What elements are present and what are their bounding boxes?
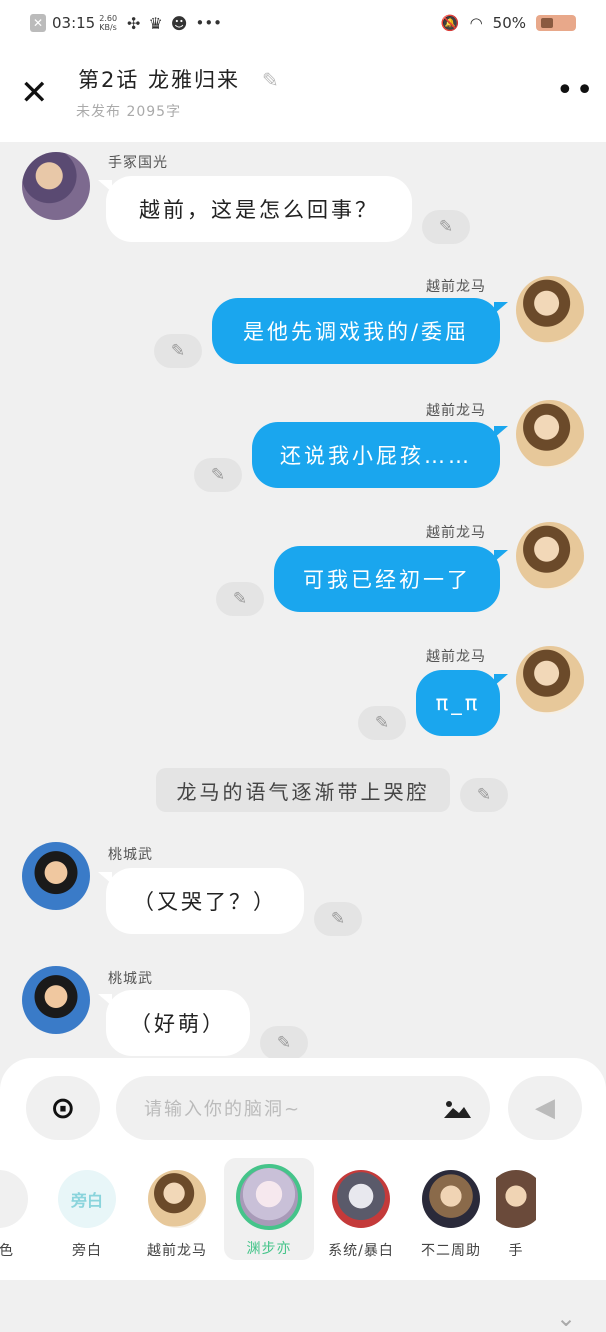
character-item[interactable]: 不二周助	[408, 1158, 494, 1260]
edit-message-icon[interactable]: ✎	[422, 210, 470, 244]
character-label: 角色	[0, 1243, 14, 1259]
battery-icon	[536, 15, 576, 31]
avatar	[236, 1164, 302, 1230]
notification-icon: ✕	[30, 14, 46, 32]
character-label: 旁白	[72, 1243, 102, 1259]
message-bubble[interactable]: 是他先调戏我的/委屈	[212, 298, 508, 364]
composer-panel: ⊙ 请输入你的脑洞~ ◀ 角色 旁白 旁白 越前龙马 渊步亦 系统/暴白	[0, 1058, 606, 1332]
message-bubble[interactable]: 越前，这是怎么回事？	[98, 176, 412, 242]
pinwheel-icon: ✣	[127, 13, 141, 33]
narration-bubble[interactable]: 龙马的语气逐渐带上哭腔	[156, 768, 450, 812]
character-item[interactable]: 系统/暴白	[318, 1158, 404, 1260]
avatar[interactable]	[22, 152, 90, 220]
avatar	[0, 1170, 28, 1228]
speaker-name: 越前龙马	[426, 279, 486, 295]
avatar[interactable]	[516, 400, 584, 468]
edit-message-icon[interactable]: ✎	[216, 582, 264, 616]
character-label: 手	[508, 1243, 524, 1259]
speaker-name: 越前龙马	[426, 525, 486, 541]
ninja-icon: ☻	[170, 13, 188, 33]
character-item[interactable]: 旁白 旁白	[44, 1158, 130, 1260]
edit-message-icon[interactable]: ✎	[154, 334, 202, 368]
edit-message-icon[interactable]: ✎	[194, 458, 242, 492]
character-bar: 角色 旁白 旁白 越前龙马 渊步亦 系统/暴白 不二周助 手 ⌄	[0, 1158, 606, 1332]
close-icon[interactable]: ✕	[20, 76, 49, 110]
edit-message-icon[interactable]: ✎	[460, 778, 508, 812]
aside-avatar: 旁白	[58, 1170, 116, 1228]
crown-icon: ♛	[148, 13, 163, 33]
character-item[interactable]: 越前龙马	[134, 1158, 220, 1260]
avatar	[422, 1170, 480, 1228]
mute-bell-icon: 🔕	[440, 14, 460, 32]
chevron-down-icon[interactable]: ⌄	[556, 1304, 576, 1332]
avatar[interactable]	[516, 646, 584, 714]
message-bubble[interactable]: 可我已经初一了	[274, 546, 508, 612]
more-status-icon: •••	[195, 14, 223, 32]
avatar[interactable]	[516, 522, 584, 590]
edit-message-icon[interactable]: ✎	[358, 706, 406, 740]
speaker-name: 桃城武	[108, 847, 153, 863]
message-bubble[interactable]: （又哭了？）	[98, 868, 304, 934]
wifi-icon: ◠	[469, 14, 483, 32]
page-title: 第2话 龙雅归来	[78, 68, 241, 92]
voice-icon[interactable]: ⊙	[26, 1076, 100, 1140]
character-label: 越前龙马	[147, 1243, 207, 1259]
avatar	[332, 1170, 390, 1228]
character-item[interactable]: 角色	[0, 1158, 42, 1260]
avatar	[496, 1170, 536, 1228]
network-speed: 2.60 KB/s	[99, 14, 118, 32]
status-time: 03:15	[52, 14, 96, 32]
character-label: 渊步亦	[246, 1241, 292, 1257]
speaker-name: 手冢国光	[108, 155, 168, 171]
speaker-name: 越前龙马	[426, 403, 486, 419]
edit-message-icon[interactable]: ✎	[314, 902, 362, 936]
message-input[interactable]: 请输入你的脑洞~	[116, 1076, 490, 1140]
edit-title-icon[interactable]: ✎	[262, 68, 279, 92]
page-subtitle: 未发布 2095字	[76, 104, 182, 120]
message-bubble[interactable]: π_π	[416, 670, 508, 736]
avatar	[148, 1170, 206, 1228]
message-bubble[interactable]: （好萌）	[98, 990, 250, 1056]
character-item[interactable]: 手	[496, 1158, 536, 1260]
battery-percent: 50%	[492, 14, 526, 32]
header: ✕ 第2话 龙雅归来 ✎ 未发布 2095字 ••	[0, 46, 606, 142]
speaker-name: 桃城武	[108, 971, 153, 987]
send-icon[interactable]: ◀	[508, 1076, 582, 1140]
avatar[interactable]	[22, 966, 90, 1034]
avatar[interactable]	[516, 276, 584, 344]
more-options-icon[interactable]: ••	[556, 76, 595, 106]
character-label: 系统/暴白	[328, 1243, 394, 1259]
message-bubble[interactable]: 还说我小屁孩……	[252, 422, 508, 488]
character-item-selected[interactable]: 渊步亦	[224, 1158, 314, 1260]
speaker-name: 越前龙马	[426, 649, 486, 665]
edit-message-icon[interactable]: ✎	[260, 1026, 308, 1060]
character-label: 不二周助	[421, 1243, 481, 1259]
avatar[interactable]	[22, 842, 90, 910]
status-bar: ✕ 03:15 2.60 KB/s ✣ ♛ ☻ ••• 🔕 ◠ 50%	[0, 0, 606, 46]
input-placeholder: 请输入你的脑洞~	[144, 1099, 302, 1120]
image-icon[interactable]	[442, 1098, 472, 1120]
